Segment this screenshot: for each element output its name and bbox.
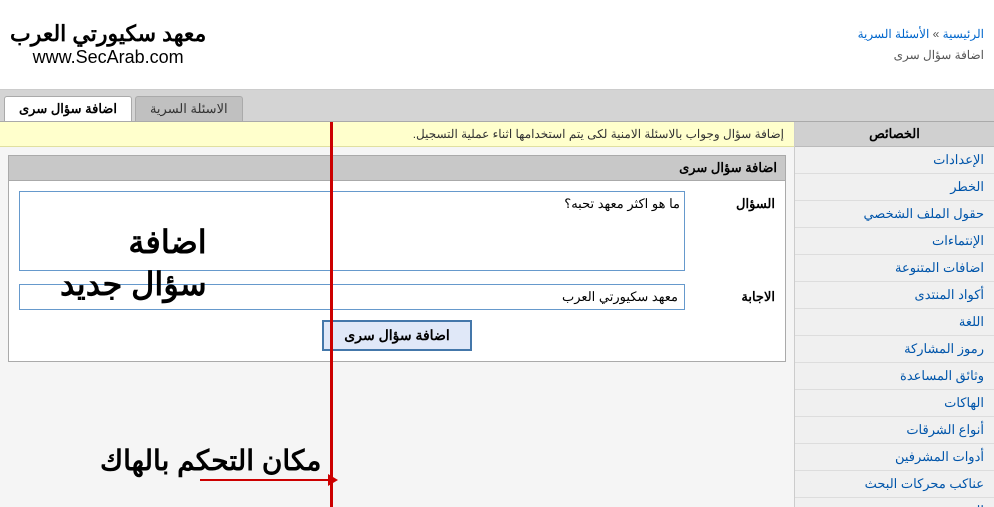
tab-add-question[interactable]: اضافة سؤال سرى (4, 96, 132, 121)
info-bar: إضافة سؤال وجواب بالاسئلة الامنية لكى يت… (0, 122, 794, 147)
answer-input-col (19, 284, 685, 310)
submit-row: اضافة سؤال سرى (19, 320, 775, 351)
security-questions-arrow (200, 479, 330, 481)
question-row: السؤال ما هو اكثر معهد تحبه؟ (19, 191, 775, 274)
question-input-col: ما هو اكثر معهد تحبه؟ (19, 191, 685, 274)
sidebar-item-profile-fields[interactable]: حقول الملف الشخصي (795, 201, 994, 228)
breadcrumb: الرئيسية » الأسئلة السرية اضافة سؤال سرى (858, 24, 984, 65)
sidebar-item-ratings[interactable]: التقييم (795, 498, 994, 507)
main-layout: الخصائص الإعدادات الخطر حقول الملف الشخص… (0, 122, 994, 507)
content-area: إضافة سؤال وجواب بالاسئلة الامنية لكى يت… (0, 122, 794, 507)
sidebar-item-danger[interactable]: الخطر (795, 174, 994, 201)
question-textarea[interactable]: ما هو اكثر معهد تحبه؟ (19, 191, 685, 271)
site-url: www.SecArab.com (10, 47, 206, 68)
form-title: اضافة سؤال سرى (8, 155, 786, 180)
site-title: معهد سكيورتي العرب (10, 21, 206, 47)
sidebar-item-post-icons[interactable]: رموز المشاركة (795, 336, 994, 363)
tab-bar: اضافة سؤال سرى الاسئلة السرية (0, 90, 994, 122)
breadcrumb-current: اضافة سؤال سرى (894, 48, 984, 62)
sidebar-header: الخصائص (795, 122, 994, 147)
sidebar-item-forum-codes[interactable]: أكواد المنتدى (795, 282, 994, 309)
sidebar-item-post-types[interactable]: أنواع الشرقات (795, 417, 994, 444)
page-header: الرئيسية » الأسئلة السرية اضافة سؤال سرى… (0, 0, 994, 90)
form-body: السؤال ما هو اكثر معهد تحبه؟ الاجابة اضا… (8, 180, 786, 362)
breadcrumb-parent-link[interactable]: الأسئلة السرية (858, 27, 930, 41)
sidebar-item-help-docs[interactable]: وثائق المساعدة (795, 363, 994, 390)
site-logo: معهد سكيورتي العرب www.SecArab.com (10, 21, 206, 68)
sidebar-item-addons[interactable]: اضافات المتنوعة (795, 255, 994, 282)
answer-input[interactable] (19, 284, 685, 310)
question-label: السؤال (695, 191, 775, 274)
form-section: اضافة سؤال سرى السؤال ما هو اكثر معهد تح… (8, 155, 786, 362)
answer-row: الاجابة (19, 284, 775, 310)
sidebar-item-affiliations[interactable]: الإنتماءات (795, 228, 994, 255)
sidebar-item-search-engines[interactable]: عناكب محركات البحث (795, 471, 994, 498)
breadcrumb-home-link[interactable]: الرئيسية (943, 27, 984, 41)
sidebar-item-mod-tools[interactable]: أدوات المشرفين (795, 444, 994, 471)
sidebar-item-settings[interactable]: الإعدادات (795, 147, 994, 174)
sidebar-item-hacks[interactable]: الهاكات (795, 390, 994, 417)
submit-button[interactable]: اضافة سؤال سرى (322, 320, 471, 351)
sidebar: الخصائص الإعدادات الخطر حقول الملف الشخص… (794, 122, 994, 507)
answer-label: الاجابة (695, 284, 775, 310)
sidebar-item-language[interactable]: اللغة (795, 309, 994, 336)
tab-list-questions[interactable]: الاسئلة السرية (135, 96, 243, 121)
bottom-annotation-text: مكان التحكم بالهاك (100, 444, 321, 477)
breadcrumb-sep: » (929, 27, 939, 41)
